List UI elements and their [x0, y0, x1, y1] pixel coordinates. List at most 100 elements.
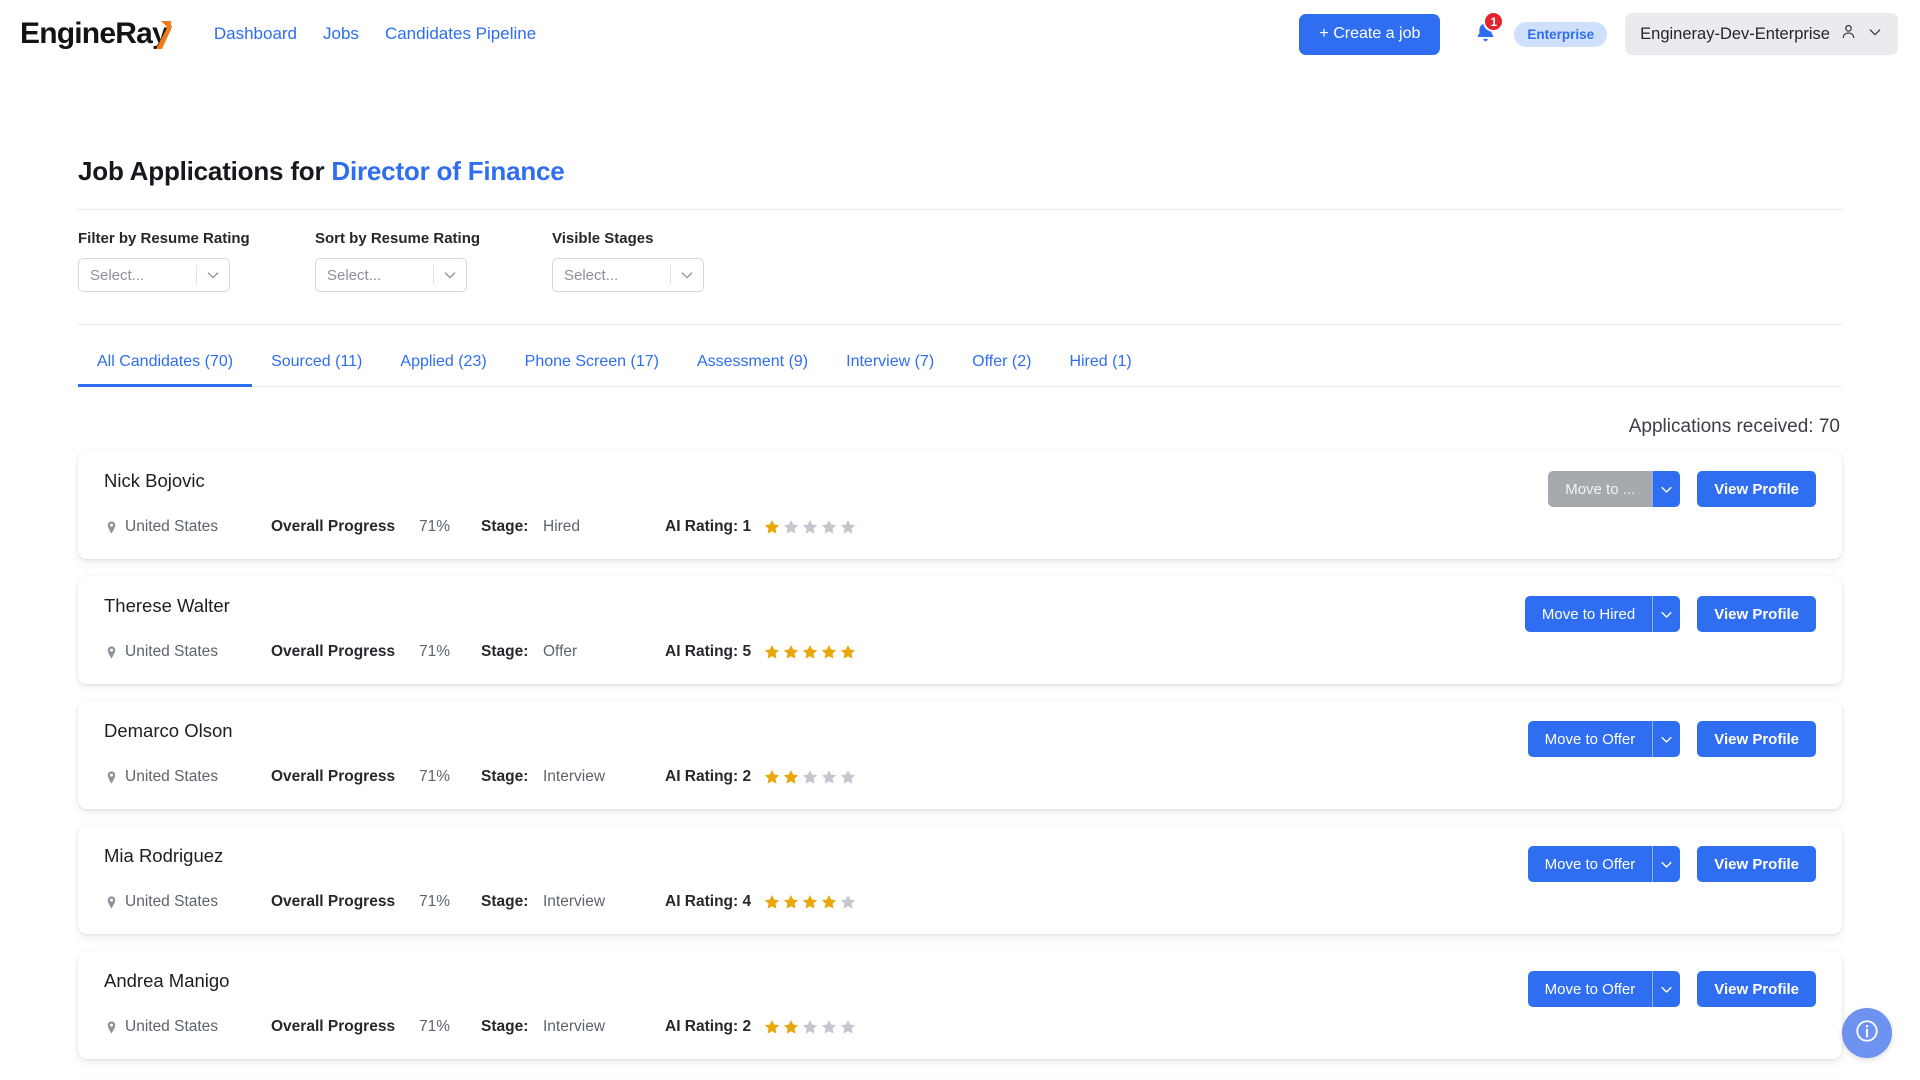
ai-rating-label: AI Rating: 2: [665, 1018, 752, 1035]
candidate-actions: Move to ... View Profile: [1548, 471, 1816, 507]
stage-value: Interview: [543, 1018, 606, 1035]
tab-all-candidates[interactable]: All Candidates (70): [78, 343, 253, 387]
account-menu[interactable]: Engineray-Dev-Enterprise: [1625, 13, 1898, 55]
candidate-country: United States: [125, 1018, 219, 1035]
brand-logo[interactable]: EngineRay: [20, 17, 172, 51]
chevron-down-icon[interactable]: [1652, 596, 1681, 632]
ai-rating-stars: [763, 1018, 857, 1036]
create-job-button[interactable]: + Create a job: [1299, 13, 1441, 55]
filter-label-visible-stages: Visible Stages: [552, 230, 654, 247]
candidate-actions: Move to Offer View Profile: [1527, 971, 1816, 1007]
tab-applied[interactable]: Applied (23): [381, 343, 505, 387]
candidate-actions: Move to Hired View Profile: [1524, 596, 1816, 632]
chevron-down-icon: [1867, 24, 1883, 45]
applications-received-count: Applications received: 70: [1628, 416, 1840, 437]
stage-label: Stage:: [481, 643, 529, 660]
stage-label: Stage:: [481, 893, 529, 910]
account-name-label: Engineray-Dev-Enterprise: [1640, 24, 1830, 43]
candidate-meta-row: United States Overall Progress 71% Stage: In…: [104, 768, 1816, 786]
stage-value: Hired: [543, 518, 581, 535]
filter-resume-rating-select[interactable]: Select...: [78, 258, 230, 292]
map-pin-icon: [104, 1020, 119, 1035]
move-stage-button[interactable]: Move to Offer: [1527, 721, 1653, 757]
ai-rating-label: AI Rating: 5: [665, 643, 752, 660]
ai-rating-stars: [763, 643, 857, 661]
stage-label: Stage:: [481, 768, 529, 785]
candidate-meta-row: United States Overall Progress 71% Stage: In…: [104, 1018, 1816, 1036]
overall-progress-value: 71%: [419, 518, 451, 535]
candidate-meta-row: United States Overall Progress 71% Stage: Of…: [104, 643, 1816, 661]
move-stage-split-button: Move to ...: [1548, 471, 1681, 507]
candidate-meta-row: United States Overall Progress 71% Stage: In…: [104, 893, 1816, 911]
job-name-link[interactable]: Director of Finance: [331, 156, 564, 186]
visible-stages-value: Select...: [564, 266, 619, 284]
ai-rating-label: AI Rating: 2: [665, 768, 752, 785]
chevron-down-icon: [434, 267, 466, 283]
overall-progress-value: 71%: [419, 1018, 451, 1035]
candidate-actions: Move to Offer View Profile: [1527, 721, 1816, 757]
ai-rating-stars: [763, 768, 857, 786]
view-profile-button[interactable]: View Profile: [1697, 721, 1816, 757]
move-stage-button[interactable]: Move to Offer: [1527, 971, 1653, 1007]
candidate-meta-row: United States Overall Progress 71% Stage: Hi…: [104, 518, 1816, 536]
view-profile-button[interactable]: View Profile: [1697, 971, 1816, 1007]
top-header: EngineRay Dashboard Jobs Candidates Pipe…: [0, 0, 1920, 68]
notifications-button[interactable]: 1: [1462, 11, 1508, 56]
candidate-card: Andrea Manigo United States Overall Progre…: [78, 951, 1842, 1059]
view-profile-button[interactable]: View Profile: [1697, 596, 1816, 632]
header-right-cluster: + Create a job 1 Enterprise Engineray-De…: [1299, 11, 1898, 56]
overall-progress-value: 71%: [419, 768, 451, 785]
tab-interview[interactable]: Interview (7): [827, 343, 953, 387]
tab-sourced[interactable]: Sourced (11): [252, 343, 381, 387]
chevron-down-icon[interactable]: [1652, 721, 1681, 757]
candidate-card: Move to OfferView Profile: [78, 1076, 1842, 1080]
move-stage-split-button: Move to Hired: [1524, 596, 1681, 632]
brand-name: EngineRay: [20, 17, 169, 50]
overall-progress-value: 71%: [419, 893, 451, 910]
main-nav: Dashboard Jobs Candidates Pipeline: [214, 24, 536, 44]
overall-progress-label: Overall Progress: [271, 1018, 396, 1035]
candidate-card: Nick Bojovic United States Overall Progres…: [78, 451, 1842, 559]
filter-label-sort-rating: Sort by Resume Rating: [315, 230, 481, 247]
move-stage-button[interactable]: Move to ...: [1548, 471, 1653, 507]
filter-group-visible-stages: Visible Stages Select...: [552, 230, 789, 292]
candidate-card: Therese Walter United States Overall Progr…: [78, 576, 1842, 684]
view-profile-button[interactable]: View Profile: [1697, 471, 1816, 507]
sort-resume-rating-select[interactable]: Select...: [315, 258, 467, 292]
info-help-button[interactable]: [1842, 1008, 1892, 1058]
nav-item-jobs[interactable]: Jobs: [323, 24, 359, 44]
chevron-down-icon[interactable]: [1652, 846, 1681, 882]
tab-hired[interactable]: Hired (1): [1050, 343, 1150, 387]
stage-tabs: All Candidates (70) Sourced (11) Applied…: [78, 343, 1842, 387]
stage-value: Interview: [543, 893, 606, 910]
filters-bar: Filter by Resume Rating Select... Sort b…: [78, 230, 1842, 292]
candidate-country: United States: [125, 893, 219, 910]
tab-assessment[interactable]: Assessment (9): [678, 343, 827, 387]
nav-item-candidates-pipeline[interactable]: Candidates Pipeline: [385, 24, 536, 44]
page-body: Job Applications for Director of Finance…: [0, 156, 1920, 1080]
view-profile-button[interactable]: View Profile: [1697, 846, 1816, 882]
tab-offer[interactable]: Offer (2): [953, 343, 1050, 387]
stage-label: Stage:: [481, 1018, 529, 1035]
move-stage-split-button: Move to Offer: [1527, 971, 1681, 1007]
ai-rating-label: AI Rating: 1: [665, 518, 752, 535]
ai-rating-stars: [763, 518, 857, 536]
filter-group-resume-rating: Filter by Resume Rating Select...: [78, 230, 315, 292]
sort-resume-rating-value: Select...: [327, 266, 382, 284]
filter-label-resume-rating: Filter by Resume Rating: [78, 230, 250, 247]
title-divider: [78, 209, 1842, 210]
move-stage-button[interactable]: Move to Offer: [1527, 846, 1653, 882]
plan-badge: Enterprise: [1514, 21, 1608, 47]
overall-progress-label: Overall Progress: [271, 643, 396, 660]
map-pin-icon: [104, 645, 119, 660]
chevron-down-icon[interactable]: [1652, 971, 1681, 1007]
map-pin-icon: [104, 895, 119, 910]
notification-count-badge: 1: [1483, 11, 1505, 32]
move-stage-button[interactable]: Move to Hired: [1524, 596, 1653, 632]
chevron-down-icon[interactable]: [1652, 471, 1681, 507]
nav-item-dashboard[interactable]: Dashboard: [214, 24, 297, 44]
stage-label: Stage:: [481, 518, 529, 535]
visible-stages-select[interactable]: Select...: [552, 258, 704, 292]
stage-value: Offer: [543, 643, 578, 660]
tab-phone-screen[interactable]: Phone Screen (17): [506, 343, 678, 387]
